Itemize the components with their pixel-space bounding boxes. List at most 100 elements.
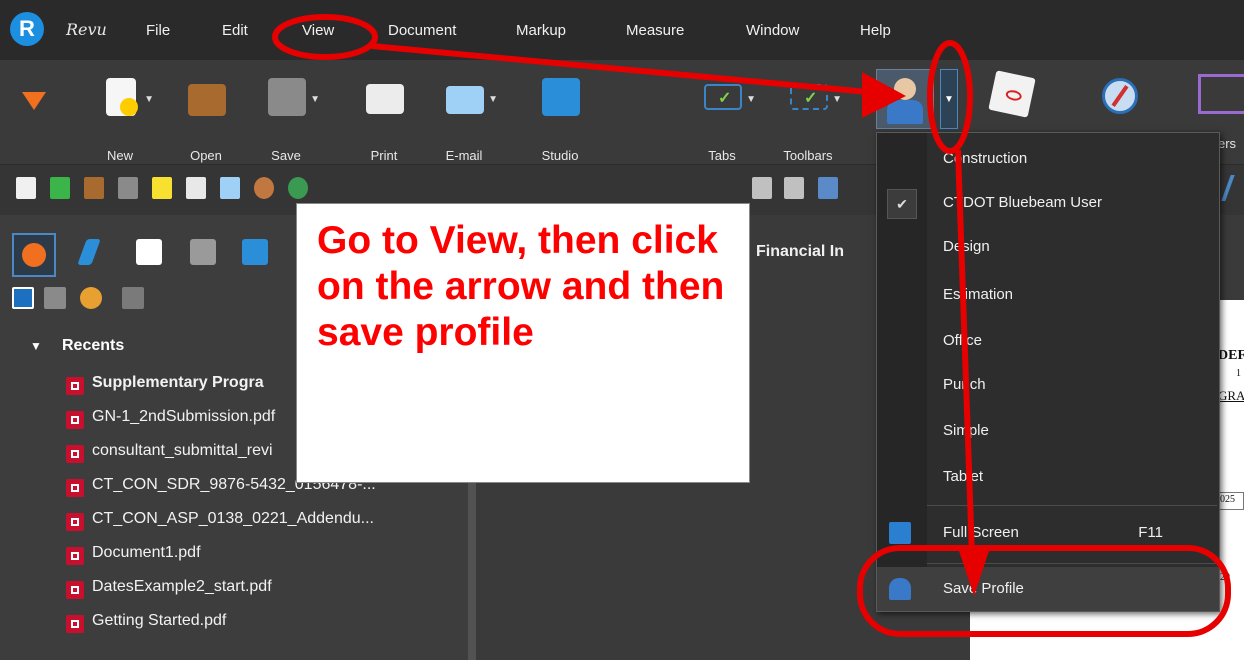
toolbars-icon: ✓: [790, 84, 828, 110]
print-label: Print: [370, 148, 398, 163]
print-icon[interactable]: [186, 177, 206, 199]
compass-icon[interactable]: [1102, 78, 1138, 114]
print-button[interactable]: Print: [356, 72, 412, 163]
shortcut-label: F11: [1138, 524, 1163, 541]
layers-icon[interactable]: [190, 239, 216, 265]
studio-label: Studio: [541, 148, 579, 163]
profile-dropdown-arrow[interactable]: ▼: [940, 69, 958, 129]
menu-item-construction[interactable]: Construction: [877, 137, 1219, 181]
user-profile-icon: [894, 78, 916, 100]
chevron-down-icon[interactable]: ▼: [310, 94, 320, 105]
tab-file-access[interactable]: [12, 233, 56, 277]
menu-help[interactable]: Help: [860, 22, 891, 39]
open-label: Open: [190, 148, 222, 163]
menu-item-estimation[interactable]: Estimation: [877, 273, 1219, 317]
list-item[interactable]: CT_CON_ASP_0138_0221_Addendu...: [62, 506, 462, 536]
email-button[interactable]: ▼ E-mail: [436, 72, 498, 163]
menu-item-save-profile[interactable]: Save Profile: [877, 567, 1219, 611]
tabs-label: Tabs: [708, 148, 736, 163]
page-text-fragment: DEF: [1218, 348, 1244, 363]
pdf-icon: [66, 581, 84, 599]
studio-button[interactable]: Studio: [532, 72, 588, 163]
favorite-icon[interactable]: [80, 287, 102, 309]
revu-logo-icon[interactable]: R: [10, 12, 44, 46]
archive-icon[interactable]: [122, 287, 144, 309]
studio-icon: [542, 78, 580, 116]
pdf-icon: [66, 377, 84, 395]
recents-header: Recents: [62, 337, 125, 354]
profiles-dropdown-menu: Construction ✔ CTDOT Bluebeam User Design…: [876, 132, 1220, 612]
menu-measure[interactable]: Measure: [626, 22, 684, 39]
toolbar-tool-icon[interactable]: [752, 177, 772, 199]
revu-brand: Revu: [66, 20, 107, 39]
stamp-icon[interactable]: [254, 177, 274, 199]
full-screen-icon: [889, 522, 911, 544]
profiles-label-partial: ers: [1218, 136, 1237, 151]
menu-separator: [927, 563, 1217, 564]
new-icon[interactable]: [16, 177, 36, 199]
folder-icon: [188, 84, 226, 116]
green-square-icon[interactable]: [50, 177, 70, 199]
ruler-icon[interactable]: [1198, 74, 1244, 114]
link-icon[interactable]: [288, 177, 308, 199]
signature-document-icon[interactable]: [988, 70, 1036, 118]
menu-item-full-screen[interactable]: Full Screen F11: [877, 511, 1219, 555]
menu-window[interactable]: Window: [746, 22, 799, 39]
email-icon[interactable]: [220, 177, 240, 199]
collapse-caret-icon[interactable]: ▼: [30, 339, 42, 353]
open-folder-icon[interactable]: [84, 177, 104, 199]
menu-document[interactable]: Document: [388, 22, 456, 39]
chevron-down-icon[interactable]: ▼: [488, 94, 498, 105]
pdf-icon: [66, 479, 84, 497]
list-item[interactable]: Getting Started.pdf: [62, 608, 462, 638]
menu-item-tablet[interactable]: Tablet: [877, 455, 1219, 499]
open-button[interactable]: Open: [178, 72, 234, 163]
list-item[interactable]: Document1.pdf: [62, 540, 462, 570]
thumbnails-icon[interactable]: [136, 239, 162, 265]
new-document-icon: [106, 78, 138, 116]
toolbars-label: Toolbars: [783, 148, 833, 163]
pdf-icon: [66, 615, 84, 633]
quick-menu-triangle-icon[interactable]: [22, 92, 46, 110]
menu-item-office[interactable]: Office: [877, 319, 1219, 363]
printer-icon: [366, 84, 404, 114]
overflow-icon[interactable]: [1221, 175, 1243, 201]
save-icon[interactable]: [118, 177, 138, 199]
menu-separator: [927, 505, 1217, 506]
menu-markup[interactable]: Markup: [516, 22, 566, 39]
callout-text: Go to View, then click on the arrow and …: [317, 219, 725, 354]
instruction-callout: Go to View, then click on the arrow and …: [296, 203, 750, 483]
save-label: Save: [271, 148, 301, 163]
menu-item-ctdot-bluebeam-user[interactable]: ✔ CTDOT Bluebeam User: [877, 181, 1219, 225]
profile-button[interactable]: [876, 69, 934, 129]
save-button[interactable]: ▼ Save: [258, 72, 320, 163]
storage-icon[interactable]: [44, 287, 66, 309]
delete-icon[interactable]: [784, 177, 804, 199]
properties-icon[interactable]: [242, 239, 268, 265]
check-icon: ✔: [887, 189, 917, 219]
menu-item-simple[interactable]: Simple: [877, 409, 1219, 453]
toolbars-button[interactable]: ✓ ▼ Toolbars: [780, 72, 842, 163]
list-item[interactable]: DatesExample2_start.pdf: [62, 574, 462, 604]
menu-item-design[interactable]: Design: [877, 225, 1219, 269]
chevron-down-icon[interactable]: ▼: [832, 94, 842, 105]
floppy-disk-icon: [268, 78, 306, 116]
chevron-down-icon[interactable]: ▼: [746, 94, 756, 105]
menu-edit[interactable]: Edit: [222, 22, 248, 39]
menu-view[interactable]: View: [302, 22, 334, 39]
new-button[interactable]: ▼ New: [92, 72, 154, 163]
note-icon[interactable]: [152, 177, 172, 199]
page-text-fragment: GRA: [1218, 388, 1244, 403]
tabs-button[interactable]: ✓ ▼ Tabs: [694, 72, 756, 163]
recent-files-icon[interactable]: [12, 287, 34, 309]
menu-file[interactable]: File: [146, 22, 170, 39]
capture-icon[interactable]: [818, 177, 838, 199]
tabs-icon: ✓: [704, 84, 742, 110]
email-label: E-mail: [445, 148, 483, 163]
menu-bar: R Revu File Edit View Document Markup Me…: [0, 0, 1244, 60]
pdf-icon: [66, 513, 84, 531]
document-tab[interactable]: Financial In: [756, 243, 844, 261]
pin-icon[interactable]: [77, 239, 101, 265]
menu-item-punch[interactable]: Punch: [877, 363, 1219, 407]
chevron-down-icon[interactable]: ▼: [144, 94, 154, 105]
